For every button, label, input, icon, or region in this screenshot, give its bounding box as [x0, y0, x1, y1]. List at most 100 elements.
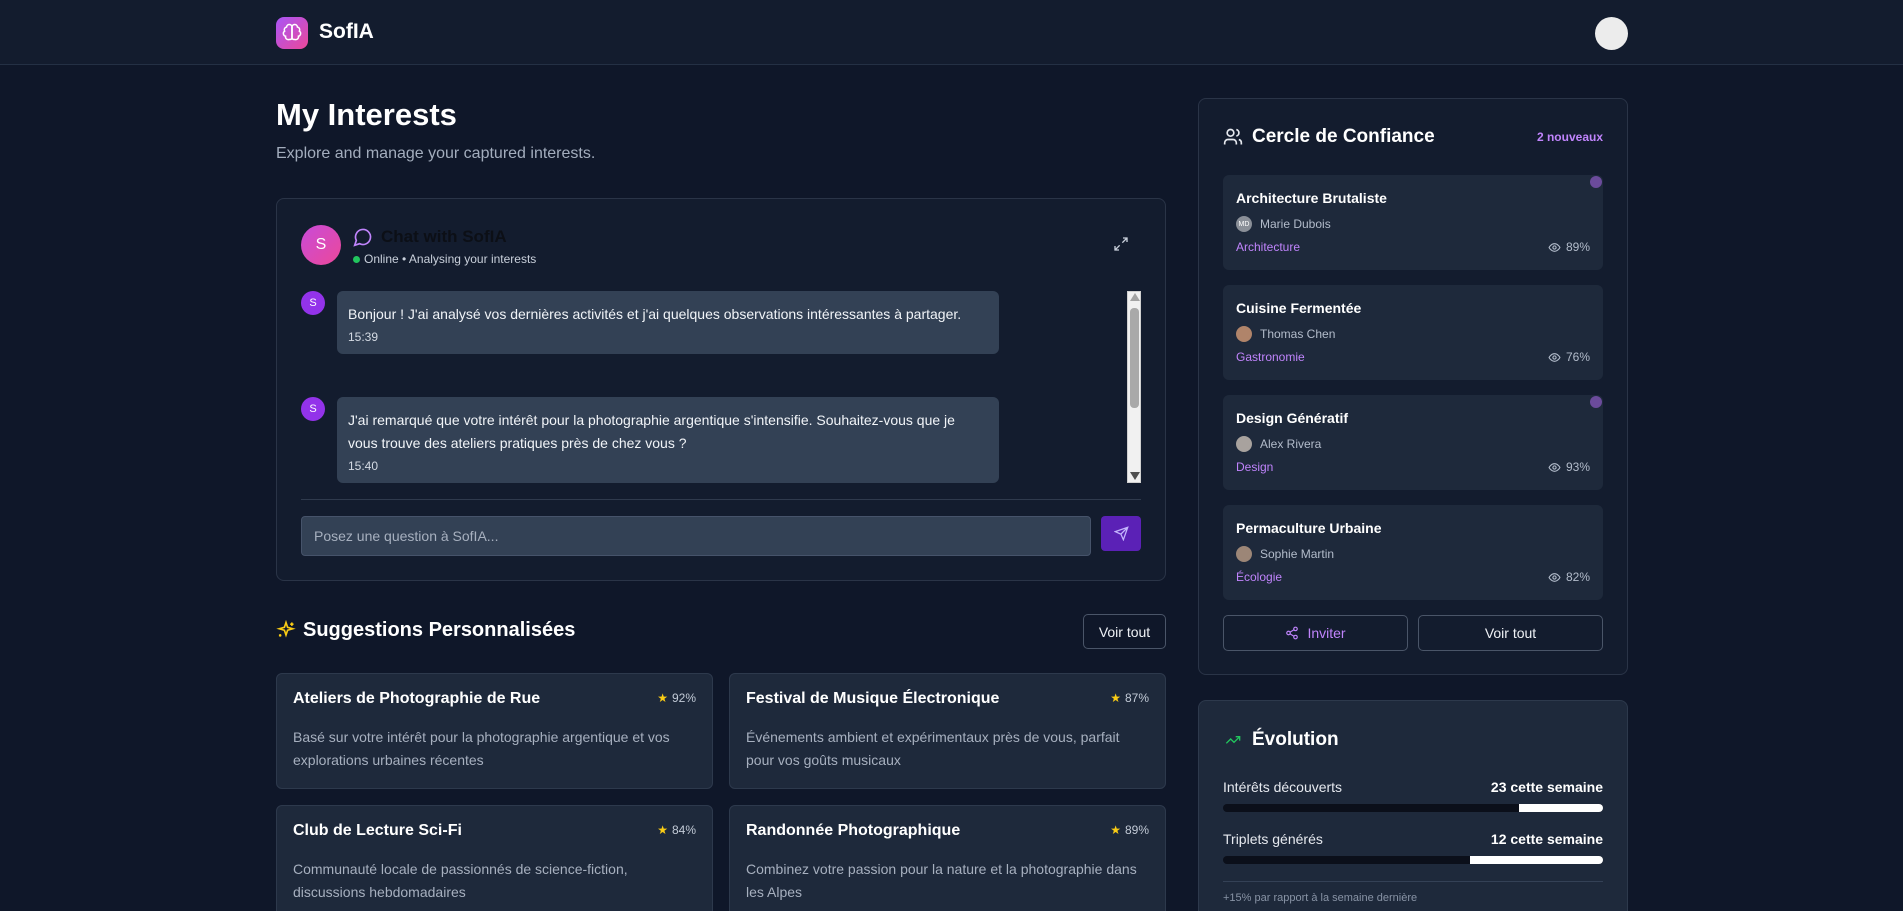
eye-icon: [1548, 242, 1561, 252]
message-circle-icon: [353, 227, 373, 252]
invite-button[interactable]: Inviter: [1223, 615, 1408, 651]
evolution-panel: Évolution Intérêts découverts 23 cette s…: [1198, 700, 1628, 911]
trust-item-person: MD Marie Dubois: [1236, 216, 1331, 232]
brand-name[interactable]: SofIA: [319, 20, 374, 44]
chat-input[interactable]: [301, 516, 1091, 556]
trust-circle-panel: Cercle de Confiance 2 nouveaux Architect…: [1198, 98, 1628, 675]
star-icon: ★: [1110, 823, 1121, 837]
score-value: 84%: [671, 823, 696, 837]
message-text: J'ai remarqué que votre intérêt pour la …: [348, 412, 955, 451]
person-name: Marie Dubois: [1260, 217, 1331, 231]
trust-item-category[interactable]: Architecture: [1236, 240, 1300, 254]
scroll-thumb[interactable]: [1130, 308, 1139, 408]
trust-item[interactable]: Cuisine Fermentée Thomas Chen Gastronomi…: [1223, 285, 1603, 380]
person-name: Sophie Martin: [1260, 547, 1335, 561]
person-name: Alex Rivera: [1260, 437, 1322, 451]
trust-item-views: 89%: [1548, 240, 1590, 254]
trending-up-icon: [1223, 732, 1243, 753]
score-value: 92%: [671, 691, 696, 705]
unread-dot: [1590, 396, 1602, 408]
views-value: 89%: [1565, 240, 1590, 254]
suggestion-score: ★ 87%: [1110, 691, 1149, 705]
trust-item-category[interactable]: Écologie: [1236, 570, 1282, 584]
suggestion-description: Événements ambient et expérimentaux près…: [746, 729, 1120, 768]
scroll-down-arrow[interactable]: [1130, 472, 1140, 480]
suggestion-score: ★ 92%: [657, 691, 696, 705]
trust-item-views: 82%: [1548, 570, 1590, 584]
trust-item-views: 93%: [1548, 460, 1590, 474]
interests-progress-bar: [1223, 804, 1603, 812]
new-badge: 2 nouveaux: [1536, 130, 1603, 144]
triplets-progress-fill: [1470, 856, 1603, 864]
evolution-note: +15% par rapport à la semaine dernière: [1223, 892, 1418, 904]
trust-view-all-button[interactable]: Voir tout: [1418, 615, 1603, 651]
eye-icon: [1548, 352, 1561, 362]
score-value: 87%: [1124, 691, 1149, 705]
sofia-avatar: S: [301, 225, 341, 265]
page-subtitle: Explore and manage your captured interes…: [276, 145, 596, 162]
trust-item[interactable]: Permaculture Urbaine Sophie Martin Écolo…: [1223, 505, 1603, 600]
trust-item[interactable]: Architecture Brutaliste MD Marie Dubois …: [1223, 175, 1603, 270]
trust-item-person: Alex Rivera: [1236, 436, 1321, 452]
scroll-up-arrow[interactable]: [1130, 293, 1140, 301]
evolution-title: Évolution: [1252, 729, 1339, 750]
invite-label: Inviter: [1307, 625, 1346, 641]
online-dot: [353, 255, 360, 263]
message-avatar: S: [301, 291, 325, 315]
suggestion-card[interactable]: Ateliers de Photographie de Rue ★ 92% Ba…: [276, 673, 713, 789]
trust-item[interactable]: Design Génératif Alex Rivera Design 93%: [1223, 395, 1603, 490]
brain-logo-icon[interactable]: [276, 17, 308, 49]
chat-panel: S Chat with SofIA Online • Analysing you…: [276, 198, 1166, 581]
person-name: Thomas Chen: [1260, 327, 1336, 341]
suggestions-view-all-button[interactable]: Voir tout: [1083, 614, 1166, 649]
message-text: Bonjour ! J'ai analysé vos dernières act…: [348, 306, 962, 322]
trust-item-category[interactable]: Gastronomie: [1236, 350, 1305, 364]
message-time: 15:40: [348, 459, 379, 473]
share-icon: [1286, 626, 1299, 640]
trust-item-title: Permaculture Urbaine: [1236, 520, 1382, 536]
chat-title: Chat with SofIA: [381, 227, 507, 246]
unread-dot: [1590, 176, 1602, 188]
interests-progress-fill: [1519, 804, 1603, 812]
trust-item-category[interactable]: Design: [1236, 460, 1273, 474]
sparkles-icon: [276, 619, 296, 645]
trust-item-views: 76%: [1548, 350, 1590, 364]
suggestion-card[interactable]: Randonnée Photographique ★ 89% Combinez …: [729, 805, 1166, 911]
trust-item-title: Architecture Brutaliste: [1236, 190, 1387, 206]
suggestion-title: Randonnée Photographique: [746, 822, 961, 839]
person-avatar: MD: [1236, 216, 1252, 232]
suggestions-title: Suggestions Personnalisées: [303, 619, 576, 641]
eye-icon: [1548, 572, 1561, 582]
trust-item-title: Cuisine Fermentée: [1236, 300, 1362, 316]
suggestion-title: Ateliers de Photographie de Rue: [293, 690, 541, 707]
suggestion-card[interactable]: Club de Lecture Sci-Fi ★ 84% Communauté …: [276, 805, 713, 911]
suggestion-score: ★ 84%: [657, 823, 696, 837]
trust-circle-title: Cercle de Confiance: [1252, 126, 1435, 147]
expand-icon[interactable]: [1113, 236, 1129, 257]
user-avatar[interactable]: [1595, 17, 1628, 50]
suggestion-title: Club de Lecture Sci-Fi: [293, 822, 462, 839]
triplets-value: 12 cette semaine: [1490, 831, 1603, 847]
views-value: 82%: [1565, 570, 1590, 584]
suggestion-card[interactable]: Festival de Musique Électronique ★ 87% É…: [729, 673, 1166, 789]
suggestion-description: Combinez votre passion pour la nature et…: [746, 861, 1137, 900]
message-list[interactable]: S Bonjour ! J'ai analysé vos dernières a…: [301, 291, 1141, 483]
message-avatar: S: [301, 397, 325, 421]
suggestion-description: Basé sur votre intérêt pour la photograp…: [293, 729, 670, 768]
person-avatar: [1236, 546, 1252, 562]
suggestion-score: ★ 89%: [1110, 823, 1149, 837]
message-time: 15:39: [348, 330, 379, 344]
suggestion-description: Communauté locale de passionnés de scien…: [293, 861, 628, 900]
chat-status: Online • Analysing your interests: [353, 252, 536, 266]
send-button[interactable]: [1101, 516, 1141, 551]
trust-item-person: Sophie Martin: [1236, 546, 1334, 562]
users-icon: [1223, 127, 1243, 152]
triplets-progress-bar: [1223, 856, 1603, 864]
trust-item-title: Design Génératif: [1236, 410, 1349, 426]
message-scrollbar[interactable]: [1127, 291, 1141, 483]
star-icon: ★: [657, 691, 668, 705]
suggestion-title: Festival de Musique Électronique: [746, 690, 1000, 707]
star-icon: ★: [1110, 691, 1121, 705]
send-icon: [1113, 526, 1129, 541]
divider: [301, 499, 1141, 500]
